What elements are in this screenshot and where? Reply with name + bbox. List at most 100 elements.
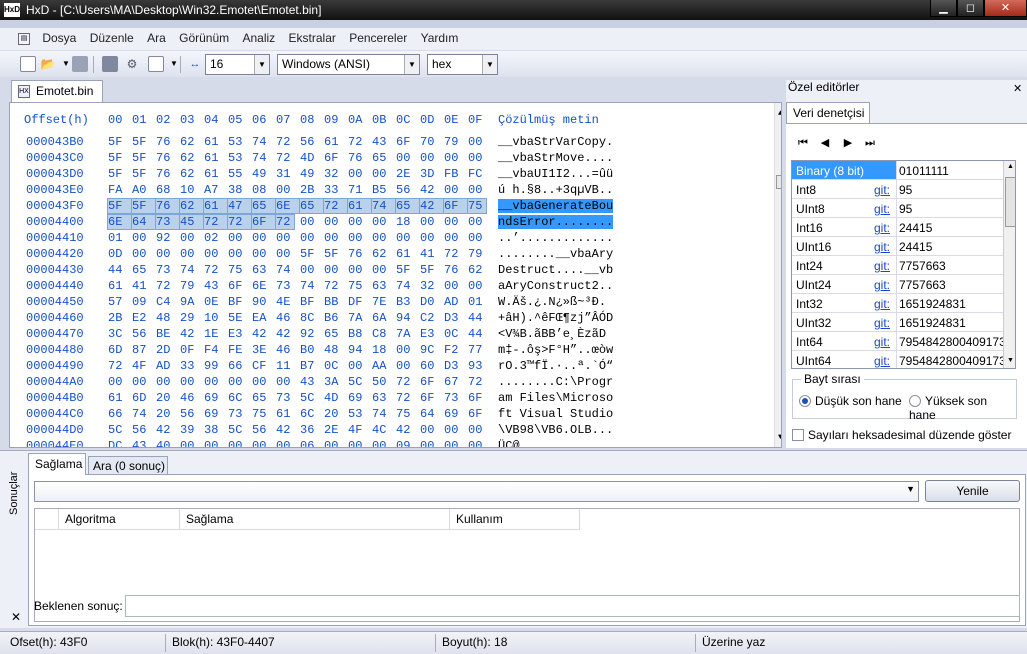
expected-result-input[interactable] [125,595,1020,617]
menu-ekstralar[interactable]: Ekstralar [284,28,341,48]
hex-row[interactable]: 000044A0 00 00 00 00 00 00 00 00 43 3A 5C 50 72 6F 67 72… [10,375,770,391]
hex-byte[interactable]: 76 [156,135,176,149]
hex-row[interactable]: 000043E0 FA A0 68 10 A7 38 08 00 2B 33 71 B5 56 42 00 00… [10,183,770,199]
decoded-text[interactable]: aAryConstruct2.. [498,279,613,293]
hex-byte[interactable]: 6A [372,311,392,325]
scroll-thumb[interactable] [776,175,781,189]
hex-byte[interactable]: 72 [396,391,416,405]
hex-byte[interactable]: E2 [132,311,152,325]
hex-byte[interactable]: 10 [180,183,200,197]
hex-byte[interactable]: 65 [299,198,325,214]
hex-byte[interactable]: 2E [396,167,416,181]
hex-byte[interactable]: 71 [348,183,368,197]
hex-byte[interactable]: 43 [300,375,320,389]
hex-byte[interactable]: 73 [228,407,248,421]
decoded-text[interactable]: __vbaGenerateBou [498,199,614,213]
hex-byte[interactable]: 74 [252,151,272,165]
hex-byte[interactable]: 72 [276,135,296,149]
hex-byte[interactable]: 76 [156,151,176,165]
hex-byte[interactable]: 6E [107,214,133,230]
hex-byte[interactable]: 00 [276,375,296,389]
hex-row[interactable]: 000044D0 5C 56 42 39 38 5C 56 42 36 2E 4F 4C 42 00 00 00… [10,423,770,439]
hex-byte[interactable]: B0 [300,343,320,357]
hex-byte[interactable]: 72 [276,151,296,165]
hex-byte[interactable]: 75 [252,407,272,421]
hex-byte[interactable]: 6F [468,391,488,405]
hex-byte[interactable]: 87 [132,343,152,357]
hex-byte[interactable]: 08 [252,183,272,197]
hex-byte[interactable]: 74 [276,263,296,277]
little-endian-radio[interactable]: Düşük son hane [799,394,902,408]
hex-byte[interactable]: 42 [252,327,272,341]
hex-byte[interactable]: 66 [108,407,128,421]
hex-byte[interactable]: 00 [108,375,128,389]
hex-byte[interactable]: 6F [251,214,277,230]
hex-byte[interactable]: 00 [396,359,416,373]
hex-byte[interactable]: 00 [324,263,344,277]
hex-byte[interactable]: 00 [252,231,272,245]
hex-byte[interactable]: 74 [371,198,397,214]
close-icon[interactable]: ✕ [1013,82,1022,95]
hex-byte[interactable]: 6F [420,391,440,405]
hex-byte[interactable]: F2 [444,343,464,357]
hex-byte[interactable]: 3A [324,375,344,389]
hex-byte[interactable]: 72 [348,135,368,149]
hex-byte[interactable]: 00 [372,167,392,181]
hex-byte[interactable]: 63 [252,263,272,277]
hex-byte[interactable]: 5F [420,263,440,277]
decoded-text[interactable]: rO.3™fÏ.·..ª.`Ó“ [498,359,613,373]
last-icon[interactable]: ⏭ [863,136,877,150]
hex-row[interactable]: 000044C0 66 74 20 56 69 73 75 61 6C 20 53 74 75 64 69 6F… [10,407,770,423]
hex-byte[interactable]: D3 [444,311,464,325]
hex-byte[interactable]: 00 [444,279,464,293]
hex-byte[interactable]: 79 [468,247,488,261]
hex-byte[interactable]: 00 [348,439,368,447]
hex-byte[interactable]: 6F [420,375,440,389]
hex-byte[interactable]: 62 [180,167,200,181]
hex-byte[interactable]: 5F [108,151,128,165]
column-usage[interactable]: Kullanım [450,509,580,530]
big-endian-radio[interactable]: Yüksek son hane [909,394,1016,422]
algorithm-select[interactable]: ▼ [34,481,919,502]
hex-row[interactable]: 00004460 2B E2 48 29 10 5E EA 46 8C B6 7A 6A 94 C2 D3 44… [10,311,770,327]
hex-byte[interactable]: 5F [324,247,344,261]
hex-byte[interactable]: 6F [468,407,488,421]
hex-row[interactable]: 00004450 57 09 C4 9A 0E BF 90 4E BF BB DF 7E B3 D0 AD 01… [10,295,770,311]
hex-byte[interactable]: 40 [156,439,176,447]
hex-byte[interactable]: 3E [252,343,272,357]
hex-byte[interactable]: CF [252,359,272,373]
hex-byte[interactable]: 7A [348,311,368,325]
menu-pencereler[interactable]: Pencereler [344,28,412,48]
bytes-per-row-select[interactable]: 16 ▼ [205,54,270,75]
goto-link[interactable]: git: [874,316,890,330]
hex-byte[interactable]: 00 [420,423,440,437]
hex-row[interactable]: 000043C0 5F 5F 76 62 61 53 74 72 4D 6F 76 65 00 00 00 00… [10,151,770,167]
hex-byte[interactable]: 00 [420,439,440,447]
hex-byte[interactable]: 44 [108,263,128,277]
decoded-text[interactable]: am Files\Microso [498,391,613,405]
hex-byte[interactable]: 00 [396,231,416,245]
hex-row[interactable]: 00004470 3C 56 BE 42 1E E3 42 42 92 65 B8 C8 7A E3 0C 44… [10,327,770,343]
hex-byte[interactable]: 72 [156,279,176,293]
hex-byte[interactable]: 65 [324,327,344,341]
hex-byte[interactable]: 64 [420,407,440,421]
hex-byte[interactable]: 6F [443,198,469,214]
hex-byte[interactable]: 00 [276,247,296,261]
hex-byte[interactable]: 72 [323,198,349,214]
hex-byte[interactable]: 72 [275,214,295,230]
hex-row[interactable]: 000044B0 61 6D 20 46 69 6C 65 73 5C 4D 69 63 72 6F 73 6F… [10,391,770,407]
hex-byte[interactable]: 3D [420,167,440,181]
hex-byte[interactable]: FC [468,167,488,181]
hex-numbers-checkbox[interactable]: Sayıları heksadesimal düzende göster [792,428,1011,442]
hex-byte[interactable]: 7A [396,327,416,341]
disk-icon[interactable] [102,56,118,72]
hex-row[interactable]: 000044E0 DC 43 40 00 00 00 00 00 06 00 00 00 09 00 00 00… [10,439,770,447]
type-value[interactable]: 7954842800409173855 [899,354,1015,368]
hex-byte[interactable]: 00 [180,231,200,245]
hex-byte[interactable]: 61 [276,407,296,421]
hex-byte[interactable]: DF [348,295,368,309]
hex-byte[interactable]: 00 [468,151,488,165]
inspector-row[interactable]: Int32 git: 1651924831 [792,294,1015,313]
hex-byte[interactable]: 55 [228,167,248,181]
decoded-text[interactable]: ndsError........ [498,215,614,229]
